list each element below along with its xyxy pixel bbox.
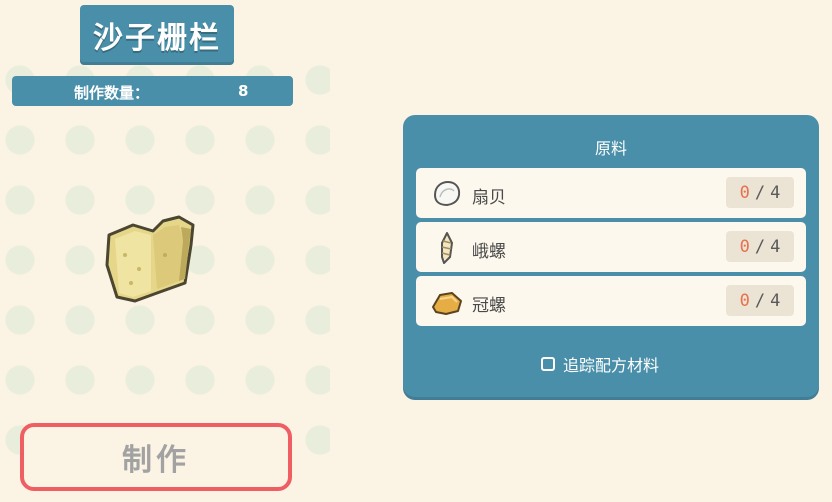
item-title: 沙子栅栏 (93, 21, 221, 56)
count-have: 0 (739, 290, 750, 311)
count-have: 0 (739, 182, 750, 203)
count-need: 4 (770, 290, 781, 311)
count-need: 4 (770, 182, 781, 203)
quantity-bar: 制作数量： 8 (12, 76, 293, 106)
track-label: 追踪配方材料 (563, 356, 660, 375)
quantity-value: 8 (238, 82, 249, 100)
material-row-helmet-shell[interactable]: 冠螺 0/4 (416, 276, 806, 326)
scallop-shell-icon (433, 180, 461, 207)
materials-title: 原料 (594, 139, 627, 158)
count-separator: / (754, 182, 766, 203)
material-name: 冠螺 (472, 296, 506, 316)
material-count: 0/4 (726, 285, 794, 316)
helmet-shell-icon (432, 292, 462, 315)
craft-button-label: 制作 (122, 443, 190, 478)
count-have: 0 (739, 236, 750, 257)
material-row-whelk[interactable]: 峨螺 0/4 (416, 222, 806, 272)
materials-panel: 原料 扇贝 0/4 峨螺 0/4 冠螺 0/4 追踪配方材料 (403, 115, 819, 400)
count-separator: / (754, 290, 766, 311)
quantity-label: 制作数量： (74, 84, 150, 102)
track-checkbox[interactable] (541, 357, 555, 371)
count-separator: / (754, 236, 766, 257)
material-count: 0/4 (726, 177, 794, 208)
material-count: 0/4 (726, 231, 794, 262)
craft-button[interactable]: 制作 (20, 423, 292, 491)
track-recipe-toggle[interactable]: 追踪配方材料 (541, 352, 659, 376)
count-need: 4 (770, 236, 781, 257)
material-row-scallop[interactable]: 扇贝 0/4 (416, 168, 806, 218)
whelk-shell-icon (441, 232, 453, 264)
sand-fence-icon (105, 215, 195, 303)
material-name: 峨螺 (472, 242, 506, 262)
material-name: 扇贝 (472, 188, 506, 208)
item-title-box: 沙子栅栏 (80, 5, 234, 65)
